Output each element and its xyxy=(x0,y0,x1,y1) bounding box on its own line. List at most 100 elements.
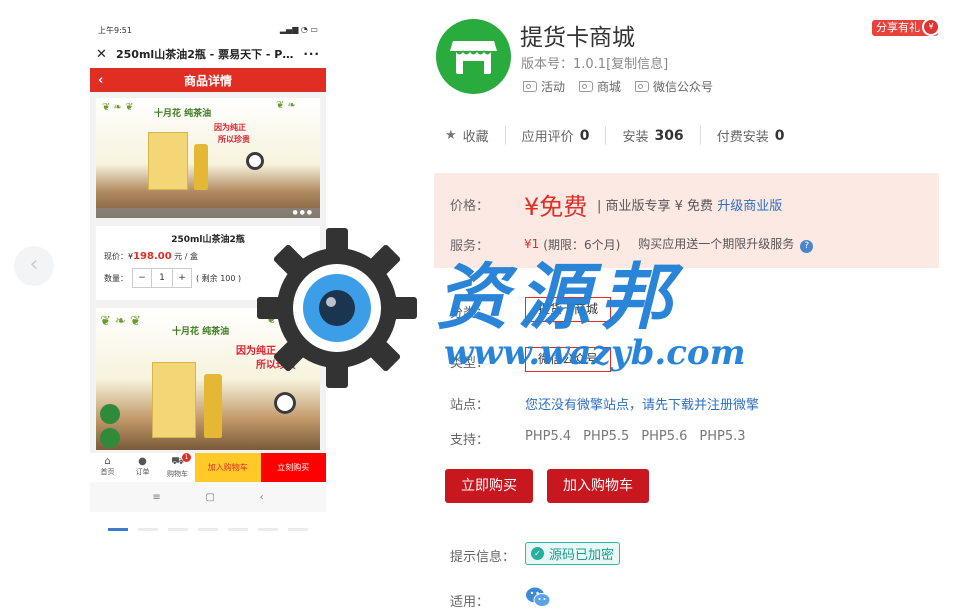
badge-image xyxy=(100,404,120,424)
home-square-icon: ▢ xyxy=(205,491,215,503)
phone-buy-now-button[interactable]: 立刻购买 xyxy=(260,453,326,482)
buy-now-button[interactable]: 立即购买 xyxy=(445,469,533,503)
qty-plus-button[interactable]: + xyxy=(173,269,191,287)
qty-value[interactable]: 1 xyxy=(151,269,173,287)
watermark-text: 资源邦 xyxy=(436,254,683,339)
qty-minus-button[interactable]: − xyxy=(133,269,151,287)
tag-mall[interactable]: 商城 xyxy=(579,78,621,95)
wechat-icon xyxy=(526,587,551,607)
phone-status-time: 上午9:51 xyxy=(98,26,132,35)
carousel-dot[interactable] xyxy=(138,528,158,531)
rating-count: 0 xyxy=(579,127,590,144)
watermark-url: www.wazyb.com xyxy=(444,333,746,373)
cart-badge: 1 xyxy=(182,453,191,462)
phone-status-bar: 上午9:51 ▂▄▆ ◔ ▭ xyxy=(90,18,326,40)
php-version: PHP5.3 xyxy=(699,429,746,444)
carousel-dot[interactable] xyxy=(228,528,248,531)
tag-list: 活动 商城 微信公众号 xyxy=(523,78,713,95)
register-site-link[interactable]: 您还没有微擎站点，请先下载并注册微擎 xyxy=(525,394,759,413)
more-icon: ··· xyxy=(303,47,320,61)
quantity-label: 数量： xyxy=(104,273,128,283)
banner-slogan: 十月花 纯茶油 xyxy=(154,109,212,119)
encrypted-badge: ✓ 源码已加密 xyxy=(525,542,621,565)
tag-icon xyxy=(635,81,650,92)
php-version: PHP5.4 xyxy=(525,429,572,444)
phone-page-title: 250ml山茶油2瓶 - 票易天下 - Powe... xyxy=(116,48,304,61)
back-icon: ‹ xyxy=(98,72,104,88)
carousel-dot[interactable] xyxy=(258,528,278,531)
installs-stat: 安装 306 xyxy=(605,126,699,145)
app-stats: ★ 收藏 应用评价 0 安装 306 付费安装 0 xyxy=(445,126,800,145)
phone-title-bar: ✕ 250ml山茶油2瓶 - 票易天下 - Powe... ··· xyxy=(90,40,326,68)
check-icon: ✓ xyxy=(531,547,544,560)
quantity-stepper[interactable]: − 1 + xyxy=(132,268,192,288)
carousel-dot[interactable] xyxy=(198,528,218,531)
banner-slogan-2: 因为纯正 xyxy=(214,123,246,132)
tab-orders[interactable]: ● 订单 xyxy=(125,453,160,482)
hint-label: 提示信息： xyxy=(450,550,516,565)
banner-slogan-3: 所以珍贵 xyxy=(218,135,250,144)
support-label: 支持： xyxy=(450,433,490,448)
phone-header-bar: ‹ 商品详情 xyxy=(90,68,326,92)
tab-home[interactable]: ⌂ 首页 xyxy=(90,453,125,482)
stock-text: ( 剩余 100 ) xyxy=(196,273,242,283)
home-icon: ⌂ xyxy=(104,456,111,467)
carousel-dot[interactable] xyxy=(168,528,188,531)
tag-wechat-official[interactable]: 微信公众号 xyxy=(635,78,713,95)
price-label: 价格： xyxy=(450,199,490,214)
tag-icon xyxy=(579,81,594,92)
phone-tab-bar: ⌂ 首页 ● 订单 ⛟ 购物车 1 加入购物车 立刻购买 xyxy=(90,453,326,482)
gift-box-image xyxy=(148,132,188,190)
app-store-icon xyxy=(436,19,511,94)
share-reward-button[interactable]: 分享有礼 ¥ xyxy=(872,18,940,36)
back-chevron-icon: ‹ xyxy=(259,491,264,503)
commercial-price: | 商业版专享 ¥ 免费 升级商业版 xyxy=(597,199,783,214)
rating-stat[interactable]: 应用评价 0 xyxy=(504,126,606,145)
signal-battery-icon: ▂▄▆ ◔ ▭ xyxy=(279,25,318,34)
leaf-decoration: ❦ ❧ ❦ xyxy=(100,314,141,329)
site-label: 站点： xyxy=(450,398,490,413)
php-version: PHP5.5 xyxy=(583,429,630,444)
version-info[interactable]: 版本号：1.0.1[复制信息] xyxy=(521,53,668,72)
carousel-dot[interactable] xyxy=(108,528,128,531)
carousel-dot[interactable] xyxy=(288,528,308,531)
product-price-value: 198.00 xyxy=(133,251,172,262)
add-to-cart-button[interactable]: 加入购物车 xyxy=(547,469,649,503)
watermark-gear-icon xyxy=(257,228,417,388)
price-value: ¥免费 xyxy=(524,193,588,221)
badge-image xyxy=(100,428,120,448)
flower-image xyxy=(246,152,264,170)
leaf-decoration: ❦ ❧ ❦ xyxy=(102,102,134,113)
installs-count: 306 xyxy=(654,127,684,144)
app-title: 提货卡商城 xyxy=(520,25,635,51)
oil-bottle-image xyxy=(204,374,222,438)
banner-dots: ● ● ● xyxy=(292,209,312,216)
apply-label: 适用： xyxy=(450,595,490,610)
paid-installs-stat: 付费安装 0 xyxy=(699,126,801,145)
close-icon: ✕ xyxy=(96,46,107,62)
question-icon[interactable]: ? xyxy=(800,240,814,253)
support-versions: PHP5.4 PHP5.5 PHP5.6 PHP5.3 xyxy=(525,429,746,444)
favorite-button[interactable]: ★ 收藏 xyxy=(445,126,505,145)
php-version: PHP5.6 xyxy=(641,429,688,444)
carousel-indicator xyxy=(108,528,308,531)
product-banner-image: ❦ ❧ ❦ ❦ ❧ 十月花 纯茶油 因为纯正 所以珍贵 ● ● ● xyxy=(96,98,320,218)
menu-icon: ≡ xyxy=(152,491,161,503)
phone-header-title: 商品详情 xyxy=(183,73,232,88)
paid-installs-count: 0 xyxy=(774,127,785,144)
money-bag-icon: ¥ xyxy=(922,18,940,36)
flower-image xyxy=(274,392,296,414)
detail-slogan: 十月花 纯茶油 xyxy=(172,327,230,337)
oil-bottle-image xyxy=(194,144,208,190)
phone-nav-bar: ≡ ▢ ‹ xyxy=(90,482,326,512)
tag-icon xyxy=(523,81,537,92)
user-icon: ● xyxy=(138,456,147,467)
carousel-prev-button[interactable]: ‹ xyxy=(14,246,54,286)
tag-activity[interactable]: 活动 xyxy=(523,78,565,95)
phone-add-cart-button[interactable]: 加入购物车 xyxy=(195,453,261,482)
upgrade-commercial-link[interactable]: 升级商业版 xyxy=(717,199,782,214)
gift-box-image xyxy=(152,362,196,438)
tab-cart[interactable]: ⛟ 购物车 1 xyxy=(160,453,195,482)
star-icon: ★ xyxy=(445,128,457,143)
leaf-decoration: ❦ ❧ xyxy=(276,100,296,111)
